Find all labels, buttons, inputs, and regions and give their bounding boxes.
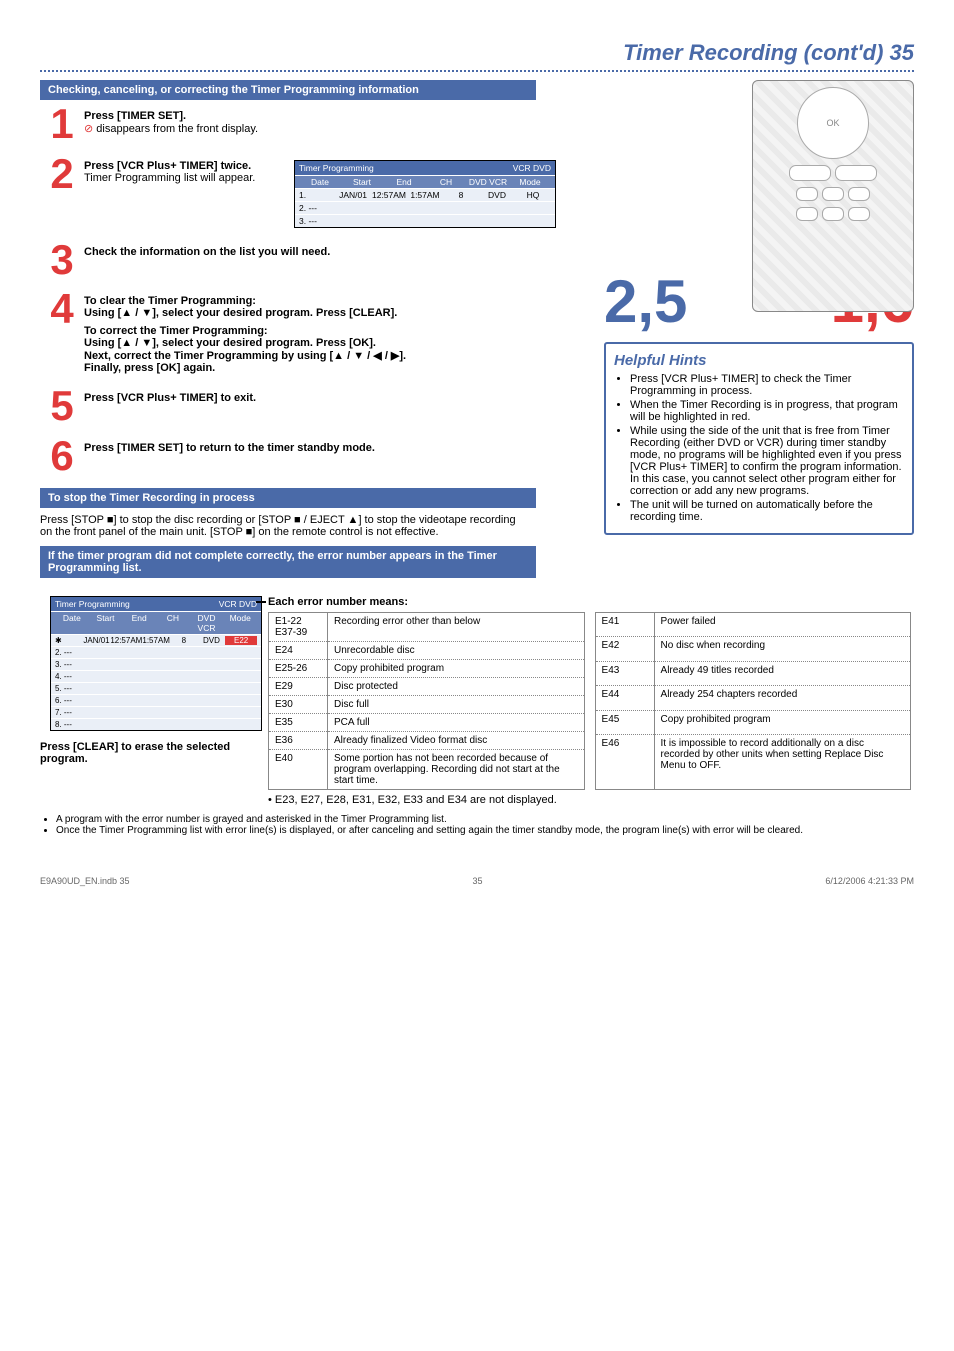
error-table-right: E41Power failed E42No disc when recordin…: [595, 612, 912, 790]
hint-item: While using the side of the unit that is…: [630, 425, 904, 497]
footnote-item: Once the Timer Programming list with err…: [56, 825, 914, 836]
helpful-hints-box: Helpful Hints Press [VCR Plus+ TIMER] to…: [604, 342, 914, 535]
footnote-item: A program with the error number is graye…: [56, 814, 914, 825]
step-4-line3: To correct the Timer Programming:: [84, 325, 584, 337]
step-6-line1: Press [TIMER SET] to return to the timer…: [84, 442, 584, 454]
step-5: 5 Press [VCR Plus+ TIMER] to exit.: [40, 388, 584, 424]
dpad-icon: OK: [797, 87, 869, 159]
error-note: • E23, E27, E28, E31, E32, E33 and E34 a…: [268, 794, 914, 806]
step-4-line2: Using [▲ / ▼], select your desired progr…: [84, 307, 584, 319]
step-4-line1: To clear the Timer Programming:: [84, 295, 584, 307]
step-1: 1 Press [TIMER SET]. ⊘ disappears from t…: [40, 106, 584, 142]
step-3-line1: Check the information on the list you wi…: [84, 246, 584, 258]
step-num-1: 1: [40, 106, 84, 142]
press-clear-caption: Press [CLEAR] to erase the selected prog…: [40, 741, 250, 765]
step-num-6: 6: [40, 438, 84, 474]
osd-timer-programming-1: Timer ProgrammingVCR DVD DateStartEnd CH…: [294, 160, 556, 228]
divider: [40, 70, 914, 72]
page-footer: E9A90UD_EN.indb 35 35 6/12/2006 4:21:33 …: [40, 876, 914, 886]
footer-right: 6/12/2006 4:21:33 PM: [825, 876, 914, 886]
error-heading: Each error number means:: [268, 596, 914, 608]
step-num-4: 4: [40, 291, 84, 327]
hint-item: When the Timer Recording is in progress,…: [630, 399, 904, 423]
step-3: 3 Check the information on the list you …: [40, 242, 584, 278]
step-4-line5: Next, correct the Timer Programming by u…: [84, 349, 584, 362]
step-2-line1: Press [VCR Plus+ TIMER] twice.: [84, 160, 274, 172]
step-4: 4 To clear the Timer Programming: Using …: [40, 291, 584, 374]
footer-left: E9A90UD_EN.indb 35: [40, 876, 130, 886]
error-table-left: E1-22 E37-39Recording error other than b…: [268, 612, 585, 790]
step-6: 6 Press [TIMER SET] to return to the tim…: [40, 438, 584, 474]
step-4-line6: Finally, press [OK] again.: [84, 362, 584, 374]
note-error-bar: If the timer program did not complete co…: [40, 546, 536, 578]
step-5-line1: Press [VCR Plus+ TIMER] to exit.: [84, 392, 584, 404]
subhead-checking: Checking, canceling, or correcting the T…: [40, 80, 536, 100]
step-4-line4: Using [▲ / ▼], select your desired progr…: [84, 337, 584, 349]
page-title: Timer Recording (cont'd) 35: [40, 40, 914, 66]
step-num-5: 5: [40, 388, 84, 424]
stop-text: Press [STOP ■] to stop the disc recordin…: [40, 514, 520, 538]
footnotes: A program with the error number is graye…: [40, 814, 914, 836]
hint-item: The unit will be turned on automatically…: [630, 499, 904, 523]
remote-illustration: OK: [752, 80, 914, 312]
callout-2-5: 2,5: [604, 272, 687, 332]
hint-item: Press [VCR Plus+ TIMER] to check the Tim…: [630, 373, 904, 397]
step-num-2: 2: [40, 156, 84, 192]
step-2-line2: Timer Programming list will appear.: [84, 172, 274, 184]
helpful-hints-title: Helpful Hints: [614, 352, 904, 369]
subhead-stop: To stop the Timer Recording in process: [40, 488, 536, 508]
step-2: 2 Press [VCR Plus+ TIMER] twice. Timer P…: [40, 156, 584, 228]
step-1-line2: ⊘ disappears from the front display.: [84, 122, 584, 135]
step-num-3: 3: [40, 242, 84, 278]
step-1-line1: Press [TIMER SET].: [84, 110, 584, 122]
footer-page: 35: [472, 876, 482, 886]
osd-timer-programming-2: Timer ProgrammingVCR DVD DateStartEnd CH…: [50, 596, 262, 731]
